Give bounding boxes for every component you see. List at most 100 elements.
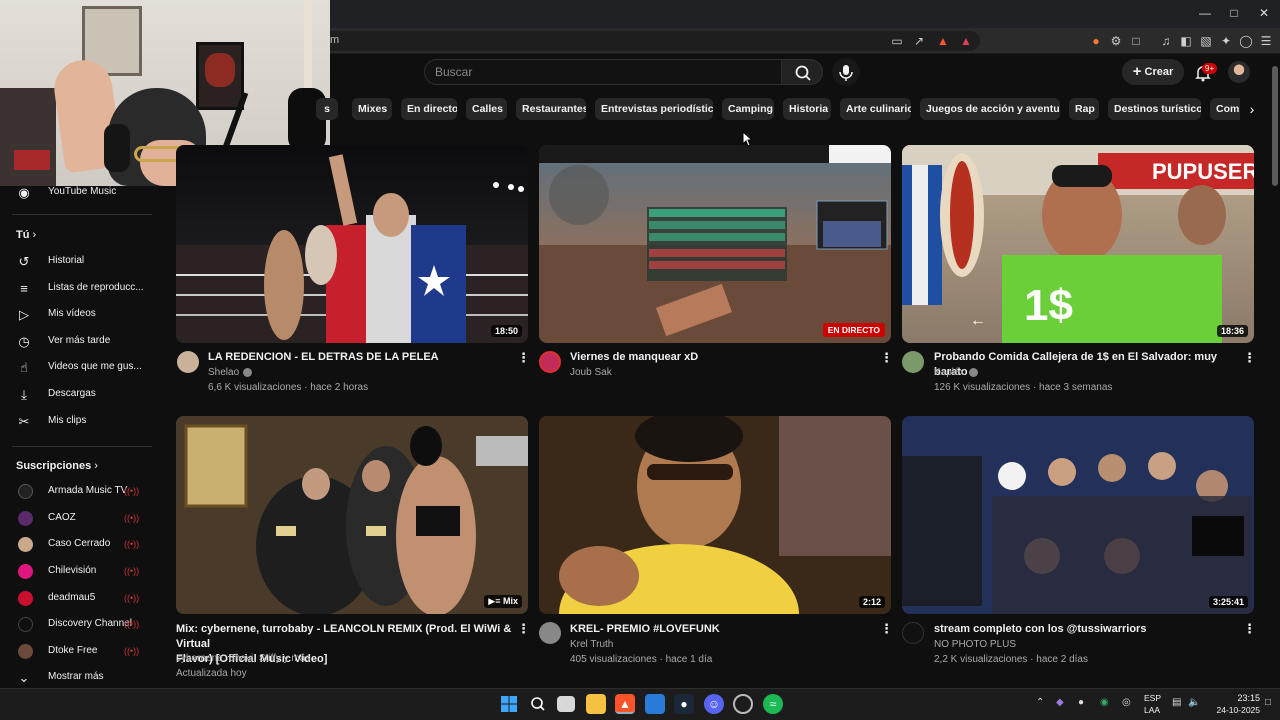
brave-browser-icon[interactable]: ▲ — [615, 694, 635, 714]
sidebar-item-liked[interactable]: ☝ Videos que me gus... — [0, 355, 154, 381]
obs-icon[interactable] — [733, 694, 753, 714]
chip-arte-culinario[interactable]: Arte culinario — [840, 98, 911, 120]
channel-name[interactable]: Joub Sak — [570, 365, 612, 380]
leo-icon[interactable]: ✦ — [1218, 33, 1234, 49]
menu-icon[interactable]: ☰ — [1258, 33, 1274, 49]
tray-steam-icon[interactable]: ● — [1078, 697, 1084, 708]
discord-icon[interactable]: ☺ — [704, 694, 724, 714]
channel-avatar[interactable] — [539, 622, 561, 644]
sidebar-sub-caoz[interactable]: CAOZ ((•)) — [0, 506, 154, 532]
search-input[interactable]: Buscar — [424, 59, 782, 85]
taskbar-search-icon[interactable] — [528, 694, 548, 714]
chip-entrevistas[interactable]: Entrevistas periodísticas — [595, 98, 713, 120]
language-indicator[interactable]: ESP — [1144, 693, 1161, 703]
maximize-icon[interactable]: □ — [1225, 6, 1243, 20]
tray-mic-icon[interactable]: ◎ — [1122, 697, 1131, 708]
keyboard-layout-indicator[interactable]: LAA — [1144, 705, 1160, 715]
clock-date[interactable]: 24-10-2025 — [1206, 705, 1260, 715]
video-channel[interactable]: Shelao — [208, 365, 253, 380]
channel-avatar[interactable] — [539, 351, 561, 373]
windows-start-icon[interactable] — [499, 694, 519, 714]
url-field[interactable]: m — [300, 31, 980, 51]
extensions-icon[interactable]: ⚙ — [1108, 33, 1124, 49]
share-icon[interactable]: ↗ — [911, 33, 927, 49]
extension-flame-icon[interactable]: ● — [1088, 33, 1104, 49]
account-avatar[interactable] — [1228, 61, 1250, 83]
video-thumbnail[interactable]: ▶≡ Mix — [176, 416, 528, 614]
more-options-icon[interactable]: ⋮ — [1243, 349, 1256, 367]
brave-rewards-icon[interactable]: ▲ — [958, 33, 974, 49]
search-button[interactable] — [781, 59, 823, 85]
more-options-icon[interactable]: ⋮ — [517, 349, 530, 367]
chip-historia[interactable]: Historia — [783, 98, 831, 120]
sidebar-item-clips[interactable]: ✂ Mis clips — [0, 409, 154, 435]
more-options-icon[interactable]: ⋮ — [880, 620, 893, 638]
video-title[interactable]: Probando Comida Callejera de 1$ en El Sa… — [934, 350, 1234, 380]
chip-s[interactable]: s — [316, 98, 338, 120]
more-options-icon[interactable]: ⋮ — [1243, 620, 1256, 638]
video-thumbnail[interactable]: 3:25:41 — [902, 416, 1254, 614]
sidebar-item-youtube-music[interactable]: ◉ YouTube Music — [0, 180, 154, 206]
channel-avatar[interactable] — [902, 351, 924, 373]
sidebar-item-playlists[interactable]: ≡ Listas de reproducc... — [0, 276, 154, 302]
volume-icon[interactable]: 🔈 — [1188, 697, 1200, 708]
channel-name[interactable]: NO PHOTO PLUS — [934, 637, 1016, 652]
close-icon[interactable]: ✕ — [1255, 6, 1273, 20]
channel-avatar[interactable] — [177, 351, 199, 373]
you-section-header[interactable]: Tú › — [16, 229, 36, 241]
tray-chevron-up-icon[interactable]: ⌃ — [1036, 697, 1044, 708]
steam-icon[interactable]: ● — [674, 694, 694, 714]
downloads-icon[interactable]: □ — [1128, 33, 1144, 49]
minimize-icon[interactable]: — — [1196, 6, 1214, 20]
sidebar-sub-armada[interactable]: Armada Music TV ((•)) — [0, 479, 154, 505]
sidebar-sub-chilevision[interactable]: Chilevisión ((•)) — [0, 559, 154, 585]
chip-calles[interactable]: Calles — [466, 98, 507, 120]
video-thumbnail[interactable]: 2:12 — [539, 416, 891, 614]
sidebar-item-my-videos[interactable]: ▷ Mis vídeos — [0, 302, 154, 328]
photos-app-icon[interactable] — [645, 694, 665, 714]
video-thumbnail[interactable]: 18:50 — [176, 145, 528, 343]
tray-nvidia-icon[interactable]: ◉ — [1100, 697, 1109, 708]
clock-time[interactable]: 23:15 — [1226, 693, 1260, 703]
create-button[interactable]: + Crear — [1122, 59, 1184, 85]
spotify-icon[interactable]: ≈ — [763, 694, 783, 714]
network-icon[interactable]: ▤ — [1172, 697, 1181, 708]
chip-restaurantes[interactable]: Restaurantes — [516, 98, 586, 120]
chevron-right-icon[interactable]: › — [1240, 98, 1264, 120]
sidebar-sub-caso-cerrado[interactable]: Caso Cerrado ((•)) — [0, 532, 154, 558]
file-explorer-icon[interactable] — [586, 694, 606, 714]
brave-shield-icon[interactable]: ▲ — [935, 33, 951, 49]
task-view-icon[interactable] — [557, 696, 575, 712]
more-options-icon[interactable]: ⋮ — [517, 620, 530, 638]
chip-destinos[interactable]: Destinos turísticos — [1108, 98, 1201, 120]
channel-name[interactable]: cybernene, Bhavi, Stiffy y más — [176, 651, 310, 666]
channel-name[interactable]: Krel Truth — [570, 637, 613, 652]
chip-en-directo[interactable]: En directo — [401, 98, 457, 120]
video-title[interactable]: LA REDENCION - EL DETRAS DE LA PELEA — [208, 350, 508, 365]
media-icon[interactable]: ♫ — [1158, 33, 1174, 49]
video-thumbnail[interactable]: EN DIRECTO — [539, 145, 891, 343]
subscriptions-header[interactable]: Suscripciones › — [16, 460, 98, 472]
sidebar-toggle-icon[interactable]: ◧ — [1178, 33, 1194, 49]
video-thumbnail[interactable]: ← PUPUSERIA 1$ 18:36 — [902, 145, 1254, 343]
channel-avatar[interactable] — [902, 622, 924, 644]
tray-app-icon[interactable]: ◆ — [1056, 697, 1064, 708]
cast-icon[interactable]: ▭ — [889, 33, 905, 49]
scrollbar-thumb[interactable] — [1272, 66, 1278, 186]
video-title[interactable]: stream completo con los @tussiwarriors — [934, 622, 1234, 637]
notification-center-icon[interactable]: □ — [1265, 697, 1271, 708]
sidebar-item-watch-later[interactable]: ◷ Ver más tarde — [0, 329, 154, 355]
sidebar-sub-deadmau5[interactable]: deadmau5 ((•)) — [0, 586, 154, 612]
wallet-icon[interactable]: ▧ — [1198, 33, 1214, 49]
vpn-icon[interactable]: ◯ — [1238, 33, 1254, 49]
more-options-icon[interactable]: ⋮ — [880, 349, 893, 367]
chip-camping[interactable]: Camping — [722, 98, 774, 120]
chip-mixes[interactable]: Mixes — [352, 98, 392, 120]
sidebar-sub-discovery[interactable]: Discovery Channel ((•)) — [0, 612, 154, 638]
video-channel[interactable]: Kapléx — [934, 365, 978, 380]
chip-juegos-accion[interactable]: Juegos de acción y aventuras — [920, 98, 1060, 120]
sidebar-item-downloads[interactable]: ⤓ Descargas — [0, 382, 154, 408]
video-title[interactable]: KREL- PREMIO #LOVEFUNK — [570, 622, 870, 637]
video-title[interactable]: Viernes de manquear xD — [570, 350, 870, 365]
chip-rap[interactable]: Rap — [1069, 98, 1099, 120]
